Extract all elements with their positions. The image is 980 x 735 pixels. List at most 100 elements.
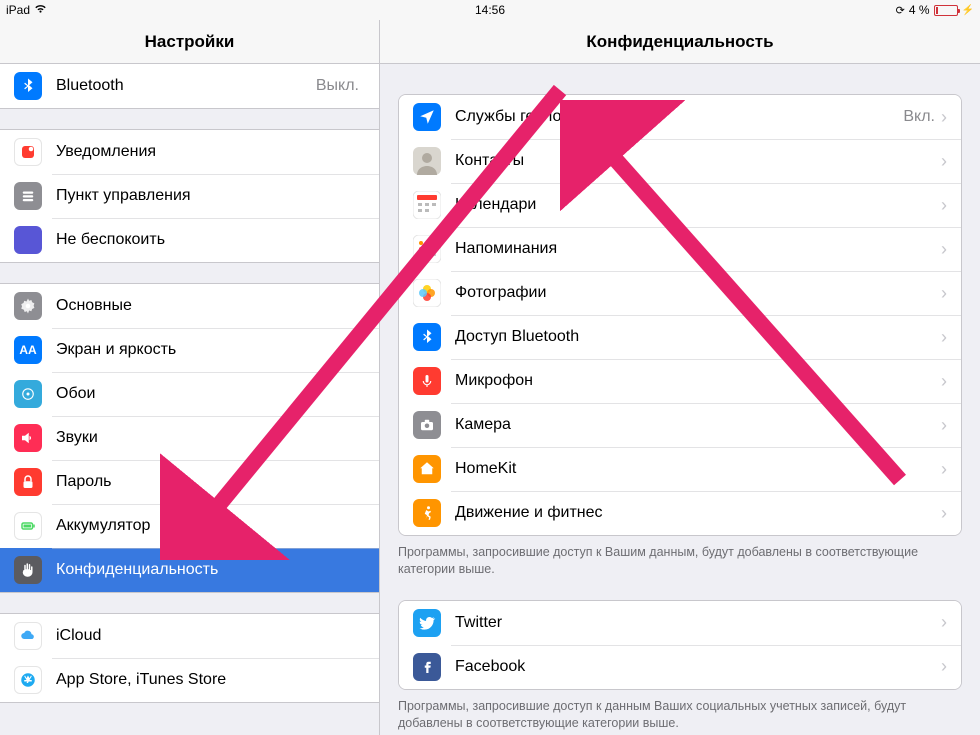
sidebar-item-do-not-disturb[interactable]: Не беспокоить <box>0 218 379 262</box>
sidebar-item-label: Обои <box>56 385 365 403</box>
chevron-right-icon: › <box>941 415 947 436</box>
sidebar-item-wallpaper[interactable]: Обои <box>0 372 379 416</box>
detail-title: Конфиденциальность <box>586 32 773 52</box>
gear-icon <box>14 292 42 320</box>
detail-item-calendars[interactable]: Календари › <box>399 183 961 227</box>
sidebar-item-value: Выкл. <box>316 77 359 95</box>
sidebar-item-icloud[interactable]: iCloud <box>0 614 379 658</box>
rotation-lock-icon: ⟳ <box>896 4 905 17</box>
contacts-icon <box>413 147 441 175</box>
sidebar-item-privacy[interactable]: Конфиденциальность <box>0 548 379 592</box>
detail-item-label: Фотографии <box>455 284 941 302</box>
detail-item-value: Вкл. <box>903 108 935 126</box>
detail-item-label: Facebook <box>455 658 941 676</box>
detail-panel: Конфиденциальность Службы геолокации Вкл… <box>380 20 980 735</box>
reminders-icon <box>413 235 441 263</box>
facebook-icon <box>413 653 441 681</box>
sidebar-item-display[interactable]: AA Экран и яркость <box>0 328 379 372</box>
sidebar-item-battery[interactable]: Аккумулятор <box>0 504 379 548</box>
motion-icon <box>413 499 441 527</box>
twitter-icon <box>413 609 441 637</box>
detail-item-location[interactable]: Службы геолокации Вкл. › <box>399 95 961 139</box>
sidebar-item-notifications[interactable]: Уведомления <box>0 130 379 174</box>
detail-item-label: Twitter <box>455 614 941 632</box>
detail-item-photos[interactable]: Фотографии › <box>399 271 961 315</box>
detail-item-label: Календари <box>455 196 941 214</box>
detail-item-facebook[interactable]: Facebook › <box>399 645 961 689</box>
sidebar-item-label: Пароль <box>56 473 365 491</box>
detail-item-label: Камера <box>455 416 941 434</box>
detail-item-label: Напоминания <box>455 240 941 258</box>
sidebar-item-label: Пункт управления <box>56 187 365 205</box>
appstore-icon <box>14 666 42 694</box>
chevron-right-icon: › <box>941 107 947 128</box>
detail-item-reminders[interactable]: Напоминания › <box>399 227 961 271</box>
sidebar-item-label: Bluetooth <box>56 77 316 95</box>
detail-item-label: Контакты <box>455 152 941 170</box>
sidebar-item-sounds[interactable]: Звуки <box>0 416 379 460</box>
photos-icon <box>413 279 441 307</box>
battery-icon <box>934 5 958 16</box>
sidebar-item-label: iCloud <box>56 627 365 645</box>
sidebar-item-label: Основные <box>56 297 365 315</box>
notifications-icon <box>14 138 42 166</box>
lock-icon <box>14 468 42 496</box>
detail-item-label: HomeKit <box>455 460 941 478</box>
sounds-icon <box>14 424 42 452</box>
location-icon <box>413 103 441 131</box>
chevron-right-icon: › <box>941 459 947 480</box>
detail-item-motion[interactable]: Движение и фитнес › <box>399 491 961 535</box>
sidebar-item-general[interactable]: Основные <box>0 284 379 328</box>
sidebar-item-control-center[interactable]: Пункт управления <box>0 174 379 218</box>
detail-item-label: Движение и фитнес <box>455 504 941 522</box>
device-label: iPad <box>6 3 30 17</box>
chevron-right-icon: › <box>941 503 947 524</box>
chevron-right-icon: › <box>941 612 947 633</box>
sidebar-item-label: Аккумулятор <box>56 517 365 535</box>
chevron-right-icon: › <box>941 283 947 304</box>
sidebar-title: Настройки <box>145 32 235 52</box>
bluetooth-share-icon <box>413 323 441 351</box>
group-footer: Программы, запросившие доступ к данным В… <box>380 690 980 735</box>
sidebar-item-label: Звуки <box>56 429 365 447</box>
detail-item-microphone[interactable]: Микрофон › <box>399 359 961 403</box>
chevron-right-icon: › <box>941 195 947 216</box>
detail-item-contacts[interactable]: Контакты › <box>399 139 961 183</box>
battery-app-icon <box>14 512 42 540</box>
chevron-right-icon: › <box>941 327 947 348</box>
detail-header: Конфиденциальность <box>380 20 980 64</box>
sidebar-item-label: Уведомления <box>56 143 365 161</box>
chevron-right-icon: › <box>941 239 947 260</box>
wallpaper-icon <box>14 380 42 408</box>
settings-sidebar: Настройки Bluetooth Выкл. У <box>0 20 380 735</box>
sidebar-header: Настройки <box>0 20 379 64</box>
detail-item-label: Доступ Bluetooth <box>455 328 941 346</box>
sidebar-item-label: App Store, iTunes Store <box>56 671 365 689</box>
sidebar-item-label: Экран и яркость <box>56 341 365 359</box>
microphone-icon <box>413 367 441 395</box>
detail-item-twitter[interactable]: Twitter › <box>399 601 961 645</box>
detail-item-camera[interactable]: Камера › <box>399 403 961 447</box>
detail-item-homekit[interactable]: HomeKit › <box>399 447 961 491</box>
chevron-right-icon: › <box>941 656 947 677</box>
sidebar-item-label: Не беспокоить <box>56 231 365 249</box>
display-icon: AA <box>14 336 42 364</box>
home-icon <box>413 455 441 483</box>
sidebar-item-appstore[interactable]: App Store, iTunes Store <box>0 658 379 702</box>
chevron-right-icon: › <box>941 151 947 172</box>
group-footer: Программы, запросившие доступ к Вашим да… <box>380 536 980 582</box>
icloud-icon <box>14 622 42 650</box>
sidebar-item-bluetooth[interactable]: Bluetooth Выкл. <box>0 64 379 108</box>
detail-item-bt-sharing[interactable]: Доступ Bluetooth › <box>399 315 961 359</box>
charging-icon: ⚡ <box>962 5 974 16</box>
hand-icon <box>14 556 42 584</box>
sidebar-item-passcode[interactable]: Пароль <box>0 460 379 504</box>
battery-percent: 4 % <box>909 3 930 17</box>
detail-item-label: Службы геолокации <box>455 108 903 126</box>
chevron-right-icon: › <box>941 371 947 392</box>
camera-icon <box>413 411 441 439</box>
moon-icon <box>14 226 42 254</box>
status-bar: iPad 14:56 ⟳ 4 % ⚡ <box>0 0 980 20</box>
detail-item-label: Микрофон <box>455 372 941 390</box>
status-time: 14:56 <box>329 3 652 17</box>
